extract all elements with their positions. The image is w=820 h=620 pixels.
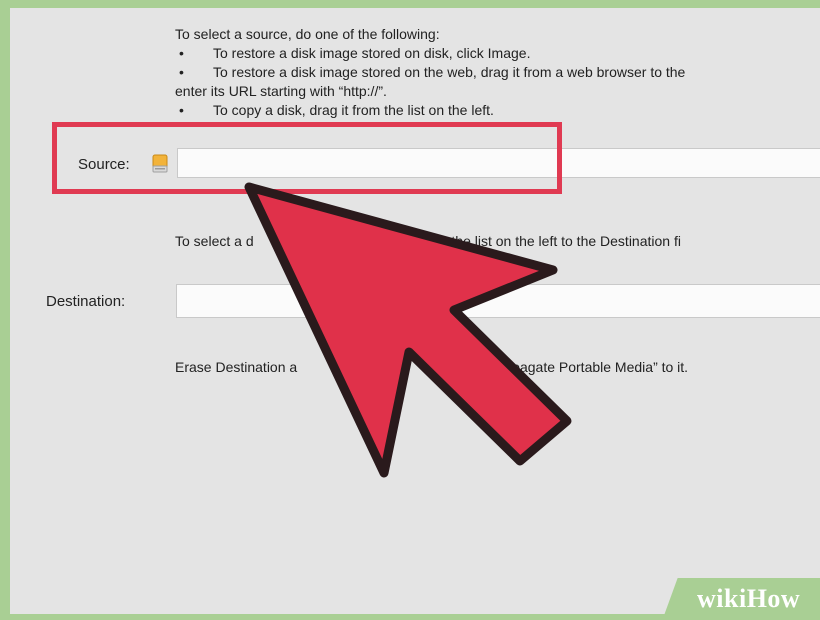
watermark-logo: wikiHow bbox=[697, 584, 800, 614]
watermark-how: How bbox=[746, 584, 801, 613]
watermark-wiki: wiki bbox=[697, 584, 747, 613]
pointer-arrow-icon bbox=[244, 182, 572, 478]
